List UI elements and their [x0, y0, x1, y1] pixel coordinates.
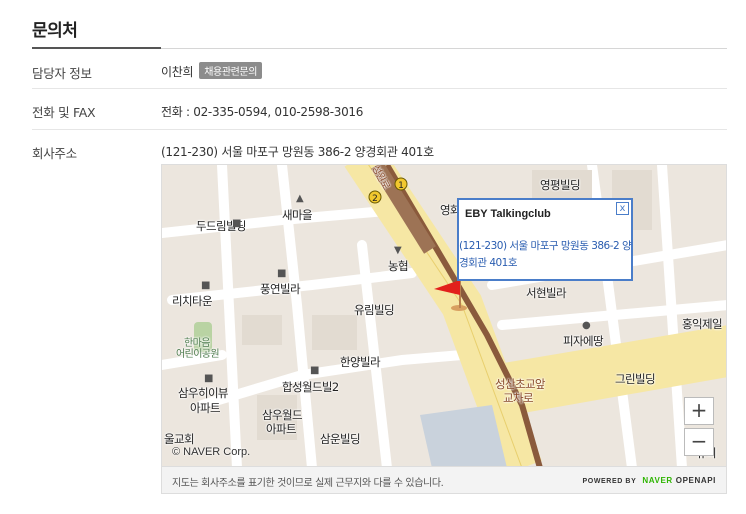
- map-info-window: EBY Talkingclub x (121-230) 서울 마포구 망원동 3…: [457, 198, 633, 281]
- row-divider: [32, 129, 727, 130]
- map-copyright: © NAVER Corp.: [172, 446, 251, 458]
- building-icon: ■: [201, 280, 211, 291]
- map-label: 영평빌딩: [540, 178, 581, 192]
- map-footer-note: 지도는 회사주소를 표기한 것이므로 실제 근무지와 다를 수 있습니다.: [172, 478, 444, 489]
- openapi-text: OPENAPI: [675, 476, 716, 485]
- map-footer: 지도는 회사주소를 표기한 것이므로 실제 근무지와 다를 수 있습니다. PO…: [161, 467, 727, 494]
- svg-text:1: 1: [398, 181, 404, 191]
- contact-label: 담당자 정보: [32, 66, 92, 81]
- map-label: 서현빌라: [526, 286, 567, 300]
- address-value: (121-230) 서울 마포구 망원동 386-2 양경회관 401호: [161, 145, 434, 159]
- map-label: 삼운빌딩: [320, 432, 361, 446]
- map-label: 어린이공원: [176, 349, 220, 360]
- map-label: 아파트: [266, 422, 297, 436]
- title-underline: [32, 47, 161, 49]
- building-icon: ▲: [296, 193, 304, 204]
- map-label: 한양빌라: [340, 355, 381, 369]
- map-label: 교차로: [503, 391, 534, 405]
- map-label: 풍연빌라: [260, 282, 301, 296]
- zoom-in-button[interactable]: +: [684, 397, 714, 425]
- title-divider: [161, 48, 727, 49]
- subway-marker-icon: 1 2: [368, 177, 408, 204]
- contact-value: 이찬희 채용관련문의: [161, 62, 263, 80]
- powered-by-logo: POWERED BY NAVER OPENAPI: [583, 476, 716, 485]
- building-icon: ●: [582, 320, 591, 331]
- map-label: 새마을: [282, 208, 313, 222]
- section-title: 문의처: [32, 21, 78, 41]
- zoom-out-button[interactable]: −: [684, 428, 714, 456]
- map-label: 합성월드빌2: [282, 380, 339, 394]
- contact-name: 이찬희: [161, 65, 194, 79]
- row-divider: [32, 88, 727, 89]
- map-label: 울교회: [164, 432, 195, 446]
- map-label: 피자에땅: [563, 334, 604, 348]
- map-label: 아파트: [190, 401, 221, 415]
- building-icon: ■: [310, 365, 320, 376]
- bank-icon: ▼: [394, 245, 402, 256]
- map-label: 리치타운: [172, 294, 213, 308]
- info-title: EBY Talkingclub: [465, 208, 551, 220]
- building-icon: ■: [232, 218, 242, 229]
- location-flag-icon[interactable]: [430, 275, 474, 315]
- svg-text:2: 2: [372, 194, 378, 204]
- map-label: 삼우히이뷰: [178, 386, 229, 400]
- recruit-badge: 채용관련문의: [199, 62, 263, 79]
- zoom-controls: + −: [684, 397, 714, 456]
- map-view[interactable]: 영평빌딩 두드림빌딩 새마을 영화 농협 풍연빌라 리치타운 유림빌딩 서현빌라…: [161, 164, 727, 467]
- map-label: 그린빌딩: [615, 372, 656, 386]
- map-label: 유림빌딩: [354, 303, 395, 317]
- address-label: 회사주소: [32, 146, 77, 161]
- map-label: 농협: [388, 259, 409, 273]
- building-icon: ■: [204, 373, 214, 384]
- map-label: 홍익제일: [682, 317, 723, 331]
- powered-by-text: POWERED BY: [582, 478, 637, 485]
- naver-logo: NAVER: [642, 476, 673, 485]
- close-icon[interactable]: x: [616, 202, 629, 215]
- building-icon: ■: [277, 268, 287, 279]
- phone-label: 전화 및 FAX: [32, 105, 96, 120]
- info-address: (121-230) 서울 마포구 망원동 386-2 양경회관 401호: [459, 240, 632, 269]
- phone-value: 전화 : 02-335-0594, 010-2598-3016: [161, 105, 364, 119]
